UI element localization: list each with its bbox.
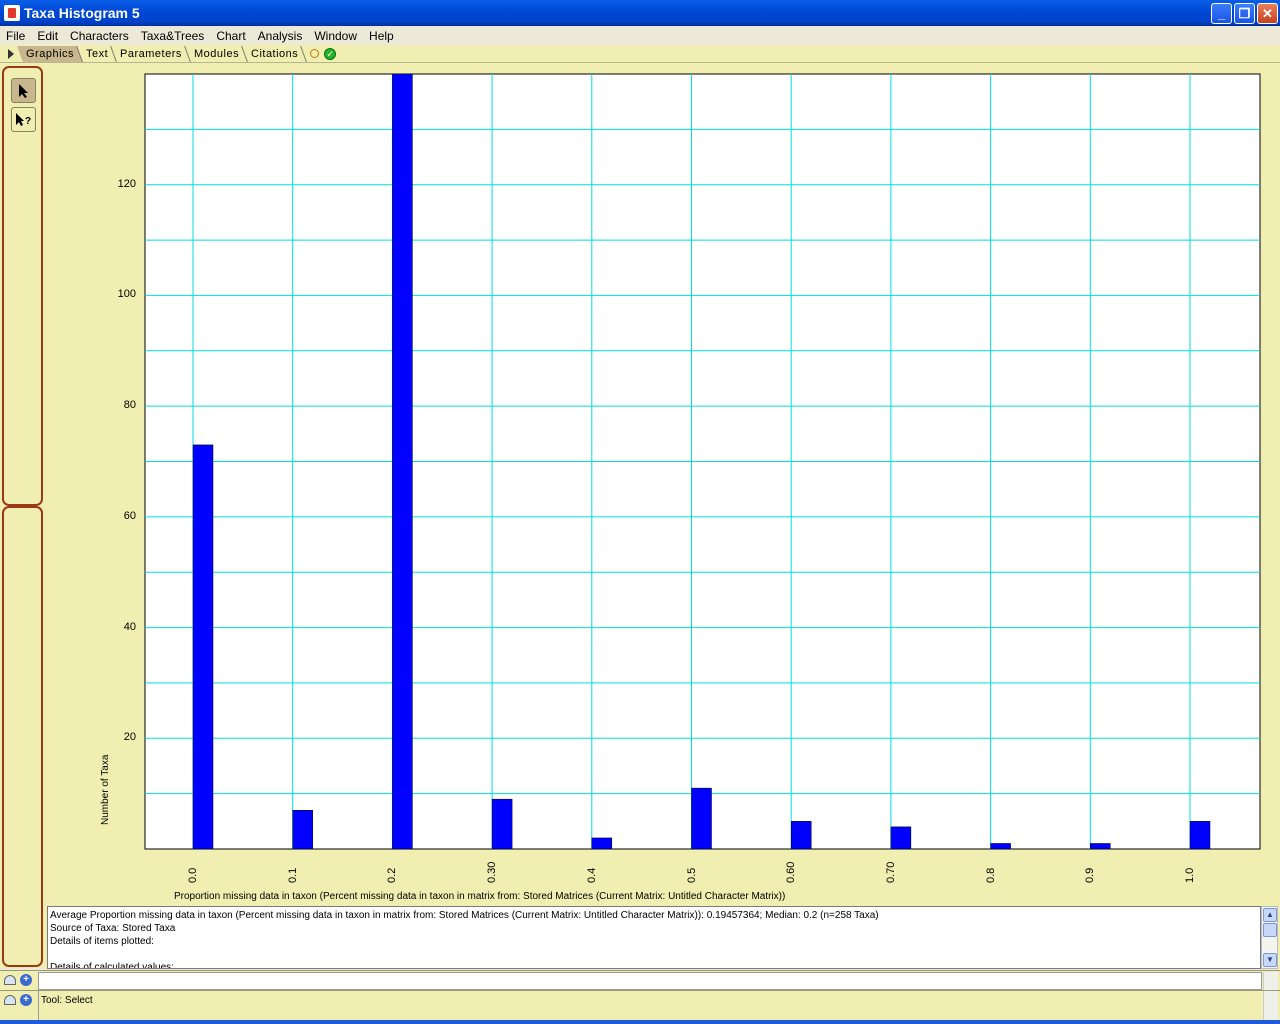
maximize-button[interactable]: ❐ bbox=[1234, 3, 1255, 24]
x-tick-label: 0.0 bbox=[187, 867, 199, 883]
tab-citations-label: Citations bbox=[251, 47, 299, 60]
scroll-up-arrow-icon[interactable]: ▲ bbox=[1263, 908, 1277, 922]
menu-analysis[interactable]: Analysis bbox=[252, 29, 309, 43]
eject-icon[interactable] bbox=[4, 995, 16, 1005]
histogram-bar[interactable] bbox=[292, 810, 313, 850]
tab-graphics[interactable]: Graphics bbox=[17, 45, 83, 62]
x-tick-label: 0.9 bbox=[1084, 867, 1097, 883]
plus-circle-icon[interactable]: + bbox=[20, 994, 32, 1006]
histogram-bar[interactable] bbox=[790, 821, 812, 850]
output-scrollbar[interactable]: ▲ ▼ bbox=[1261, 906, 1278, 969]
x-axis-label: Proportion missing data in taxon (Percen… bbox=[174, 891, 786, 902]
histogram-bar[interactable] bbox=[591, 837, 613, 850]
output-line: Average Proportion missing data in taxon… bbox=[50, 910, 879, 921]
tab-strip: Graphics Text Parameters Modules Citatio… bbox=[0, 45, 1280, 63]
tab-citations[interactable]: Citations bbox=[242, 45, 308, 62]
x-tick-label: 0.8 bbox=[984, 867, 997, 883]
y-tick-label: 60 bbox=[123, 509, 136, 522]
java-app-icon bbox=[4, 5, 20, 21]
status-row: + Tool: Select bbox=[0, 990, 1280, 1021]
x-tick-label: 0.60 bbox=[785, 861, 798, 883]
histogram-bar[interactable] bbox=[392, 73, 413, 850]
x-tick-label: 0.70 bbox=[884, 861, 897, 883]
tab-graphics-label: Graphics bbox=[26, 47, 75, 60]
x-tick-label: 0.2 bbox=[386, 867, 399, 883]
x-tick-label: 0.4 bbox=[585, 867, 598, 883]
x-tick-label: 1.0 bbox=[1184, 867, 1196, 883]
histogram-chart bbox=[144, 73, 1261, 850]
histogram-bar[interactable] bbox=[491, 798, 513, 850]
x-tick-label: 0.1 bbox=[286, 867, 299, 883]
command-row: + bbox=[0, 970, 1280, 990]
histogram-bar[interactable] bbox=[990, 843, 1011, 850]
window-title: Taxa Histogram 5 bbox=[24, 5, 140, 21]
command-scrollbar[interactable] bbox=[1263, 972, 1278, 990]
menu-help[interactable]: Help bbox=[363, 29, 400, 43]
chart-text-output[interactable]: Average Proportion missing data in taxon… bbox=[47, 906, 1261, 969]
y-tick-label: 40 bbox=[123, 620, 136, 633]
output-line: Source of Taxa: Stored Taxa bbox=[50, 923, 176, 934]
histogram-bar[interactable] bbox=[691, 787, 712, 850]
close-button[interactable]: ✕ bbox=[1257, 3, 1278, 24]
check-circle-icon[interactable]: ✓ bbox=[324, 47, 337, 60]
output-line: Details of calculated values: bbox=[50, 962, 174, 969]
y-tick-label: 20 bbox=[123, 731, 136, 744]
plus-circle-icon[interactable]: + bbox=[20, 974, 32, 986]
scroll-thumb[interactable] bbox=[1263, 923, 1277, 937]
histogram-bar[interactable] bbox=[192, 444, 214, 850]
histogram-bar[interactable] bbox=[1189, 821, 1211, 850]
title-bar: Taxa Histogram 5 _ ❐ ✕ bbox=[0, 0, 1280, 26]
menu-taxa-trees[interactable]: Taxa&Trees bbox=[135, 29, 211, 43]
x-tick-label: 0.30 bbox=[486, 861, 499, 883]
tab-parameters-label: Parameters bbox=[120, 47, 183, 60]
tab-modules-label: Modules bbox=[194, 47, 240, 60]
tab-modules[interactable]: Modules bbox=[185, 45, 249, 62]
circle-icon[interactable] bbox=[310, 49, 320, 58]
histogram-bar[interactable] bbox=[1090, 843, 1111, 850]
expand-triangle-icon[interactable] bbox=[8, 48, 14, 59]
graphics-panel: ? 20 40 60 80 100 120 0.0 0.1 0.2 0.30 0.4 0.5 0.60… bbox=[0, 63, 1280, 968]
eject-icon[interactable] bbox=[4, 975, 16, 985]
y-axis-label: Number of Taxa bbox=[100, 754, 111, 825]
window-border bbox=[0, 1020, 1280, 1024]
status-scrollbar[interactable] bbox=[1263, 991, 1278, 1021]
menu-chart[interactable]: Chart bbox=[210, 29, 251, 43]
command-input[interactable] bbox=[38, 972, 1262, 990]
y-tick-label: 80 bbox=[123, 399, 136, 412]
scroll-down-arrow-icon[interactable]: ▼ bbox=[1263, 953, 1277, 967]
tab-parameters[interactable]: Parameters bbox=[111, 45, 191, 62]
status-area: Tool: Select bbox=[38, 991, 1262, 1021]
y-tick-label: 100 bbox=[117, 288, 136, 301]
minimize-button[interactable]: _ bbox=[1211, 3, 1232, 24]
output-line: Details of items plotted: bbox=[50, 936, 154, 947]
menu-file[interactable]: File bbox=[0, 29, 31, 43]
histogram-bar[interactable] bbox=[890, 826, 912, 850]
x-tick-label: 0.5 bbox=[685, 867, 698, 883]
menu-characters[interactable]: Characters bbox=[64, 29, 135, 43]
menu-edit[interactable]: Edit bbox=[31, 29, 64, 43]
tool-status: Tool: Select bbox=[41, 995, 93, 1006]
y-tick-label: 120 bbox=[117, 177, 136, 190]
menu-window[interactable]: Window bbox=[308, 29, 363, 43]
menu-bar: File Edit Characters Taxa&Trees Chart An… bbox=[0, 26, 1280, 45]
tab-text-label: Text bbox=[86, 47, 109, 60]
